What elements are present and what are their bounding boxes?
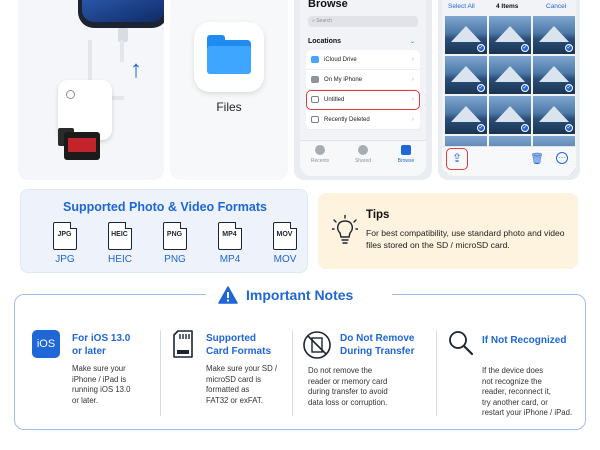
sd-card-icon <box>173 330 193 358</box>
iphone-illustration <box>78 0 164 28</box>
checkmark-icon: ✓ <box>521 124 529 132</box>
select-all-button[interactable]: Select All <box>448 3 475 10</box>
sd-card-illustration <box>64 132 100 160</box>
notes-title: Important Notes <box>246 287 354 303</box>
checkmark-icon: ✓ <box>521 84 529 92</box>
file-icon: MOV <box>273 222 297 250</box>
photo-thumbnail[interactable]: ✓ <box>533 96 575 134</box>
search-placeholder: Search <box>316 18 333 24</box>
step-open-files: Files <box>170 0 288 180</box>
shared-folder-icon <box>358 145 368 155</box>
drive-icon <box>311 96 319 103</box>
location-untitled[interactable]: Untitled › <box>306 90 420 110</box>
phone-icon <box>311 76 319 83</box>
files-app-icon[interactable] <box>194 22 264 92</box>
cancel-button[interactable]: Cancel <box>546 3 566 10</box>
divider <box>436 330 437 416</box>
tab-recents[interactable]: Recents <box>302 145 338 164</box>
format-mov: MOV MOV <box>263 222 307 265</box>
search-input[interactable]: ⌕ Search <box>308 16 418 27</box>
chevron-right-icon: › <box>411 96 414 103</box>
files-app-label: Files <box>216 100 242 114</box>
browse-title: Browse <box>308 0 348 10</box>
note-do-not-remove: Do Not Remove During Transfer Do not remo… <box>302 330 432 420</box>
checkmark-icon: ✓ <box>565 44 573 52</box>
location-icloud-drive[interactable]: iCloud Drive › <box>306 50 420 70</box>
file-icon: PNG <box>163 222 187 250</box>
checkmark-icon: ✓ <box>477 124 485 132</box>
brand-logo <box>66 90 77 99</box>
trash-icon[interactable]: 🗑 <box>530 152 544 165</box>
share-icon[interactable]: ⇪ <box>446 148 468 170</box>
photo-thumbnail[interactable]: ✓ <box>533 16 575 54</box>
magnifier-icon <box>449 331 474 356</box>
note-not-recognized: If Not Recognized If the device does not … <box>446 330 576 420</box>
photo-thumbnail[interactable]: ✓ <box>533 56 575 94</box>
note-card-formats: Supported Card Formats Make sure your SD … <box>170 330 300 420</box>
file-icon: JPG <box>53 222 77 250</box>
trash-icon <box>311 116 319 123</box>
warning-icon <box>218 286 238 304</box>
format-jpg: JPG JPG <box>43 222 87 265</box>
folder-icon <box>207 35 251 74</box>
cloud-icon <box>311 56 319 63</box>
tab-bar: Recents Shared Browse <box>300 140 426 176</box>
divider <box>292 330 293 416</box>
tips-text: For best compatibility, use standard pho… <box>366 228 565 250</box>
location-on-my-iphone[interactable]: On My iPhone › <box>306 70 420 90</box>
steps-strip: ↑ Files Browse ⌕ Search Locations ⌄ iClo… <box>0 0 600 180</box>
file-icon: MP4 <box>218 222 242 250</box>
checkmark-icon: ✓ <box>477 44 485 52</box>
step-connect-reader: ↑ <box>18 0 164 180</box>
locations-list: iCloud Drive › On My iPhone › Untitled › Re… <box>306 50 420 130</box>
clock-icon <box>315 145 325 155</box>
locations-header: Locations <box>308 38 342 45</box>
browse-screen: Browse ⌕ Search Locations ⌄ iCloud Drive… <box>300 0 426 176</box>
supported-formats-section: Supported Photo & Video Formats JPG JPG H… <box>20 189 308 273</box>
photo-thumbnail[interactable]: ✓ <box>489 96 531 134</box>
checkmark-icon: ✓ <box>477 84 485 92</box>
chevron-right-icon: › <box>411 116 414 123</box>
photo-thumbnail[interactable]: ✓ <box>445 56 487 94</box>
divider <box>160 330 161 416</box>
checkmark-icon: ✓ <box>521 44 529 52</box>
lightbulb-icon <box>332 215 358 244</box>
tab-browse[interactable]: Browse <box>388 145 424 164</box>
selected-count: 4 Items <box>496 3 519 10</box>
tips-title: Tips <box>366 209 390 221</box>
chevron-right-icon: › <box>411 76 414 83</box>
format-mp4: MP4 MP4 <box>208 222 252 265</box>
location-recently-deleted[interactable]: Recently Deleted › <box>306 110 420 130</box>
photo-grid-screen: Select All 4 Items Cancel ✓ ✓ ✓ ✓ ✓ ✓ ✓ ✓ ✓ ⇪ 🗑 … <box>442 0 576 176</box>
photo-thumbnail[interactable]: ✓ <box>489 56 531 94</box>
notes-heading: Important Notes <box>206 284 392 306</box>
chevron-down-icon[interactable]: ⌄ <box>410 38 415 45</box>
photo-thumbnail[interactable]: ✓ <box>489 16 531 54</box>
checkmark-icon: ✓ <box>565 84 573 92</box>
tab-shared[interactable]: Shared <box>345 145 381 164</box>
checkmark-icon: ✓ <box>565 124 573 132</box>
chevron-right-icon: › <box>411 56 414 63</box>
more-icon[interactable]: … <box>556 152 568 164</box>
folder-icon <box>401 145 411 155</box>
arrow-up-icon: ↑ <box>130 56 142 83</box>
photo-thumbnail[interactable]: ✓ <box>445 96 487 134</box>
formats-title: Supported Photo & Video Formats <box>63 200 267 214</box>
format-png: PNG PNG <box>153 222 197 265</box>
photo-thumbnail[interactable]: ✓ <box>445 16 487 54</box>
no-remove-icon <box>303 331 331 359</box>
tips-section: Tips For best compatibility, use standar… <box>318 193 578 269</box>
ios-icon: iOS <box>32 330 60 358</box>
format-heic: HEIC HEIC <box>98 222 142 265</box>
file-icon: HEIC <box>108 222 132 250</box>
step-browse-locations: Browse ⌕ Search Locations ⌄ iCloud Drive… <box>294 0 432 180</box>
note-ios-version: iOS For iOS 13.0 or later Make sure your i… <box>30 330 160 420</box>
step-select-photos: Select All 4 Items Cancel ✓ ✓ ✓ ✓ ✓ ✓ ✓ ✓ ✓ ⇪ 🗑 … <box>438 0 580 180</box>
